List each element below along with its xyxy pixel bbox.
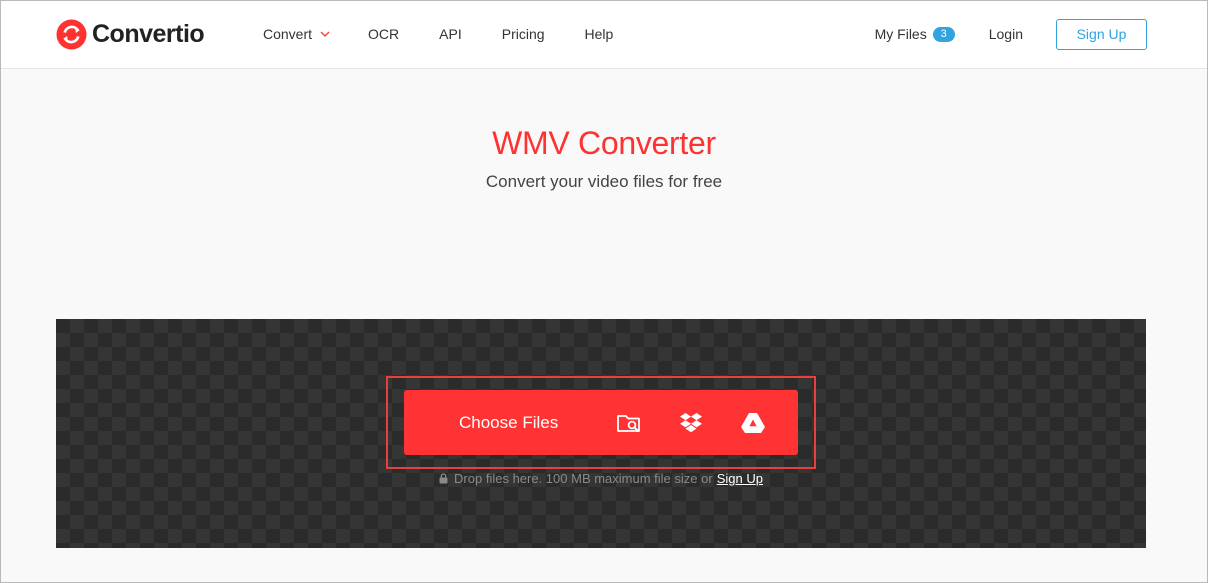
page-subtitle: Convert your video files for free [485,172,723,191]
my-files-label: My Files [874,26,927,42]
nav-convert-label: Convert [263,26,313,42]
account-nav: My Files 3 Login Sign Up [875,1,1147,67]
login-link[interactable]: Login [989,26,1023,42]
convertio-logo-icon [56,18,87,50]
drop-hint: Drop files here. 100 MB maximum file siz… [56,471,1146,486]
nav-api[interactable]: API [439,26,462,42]
google-drive-icon[interactable] [740,410,766,436]
dropbox-icon[interactable] [678,410,704,436]
choose-files-button[interactable]: Choose Files [404,390,798,455]
nav-ocr[interactable]: OCR [368,26,399,42]
chevron-down-icon [320,31,330,37]
page-title: WMV Converter [492,125,716,161]
choose-files-label[interactable]: Choose Files [459,390,558,455]
hint-sign-up-link[interactable]: Sign Up [717,471,763,486]
file-drop-area[interactable]: Choose Files Drop files here. 100 MB max… [56,319,1146,548]
folder-search-icon[interactable] [616,410,642,436]
nav-convert[interactable]: Convert [263,26,330,42]
logo[interactable]: Convertio [56,17,205,51]
lock-icon [439,473,448,484]
nav-pricing[interactable]: Pricing [502,26,545,42]
drop-hint-text: Drop files here. 100 MB maximum file siz… [454,471,713,486]
sign-up-button[interactable]: Sign Up [1056,18,1147,50]
top-header: Convertio Convert OCR API Pricing Help M… [1,1,1207,69]
nav-help[interactable]: Help [585,26,614,42]
my-files-link[interactable]: My Files 3 [875,26,955,42]
files-count-badge: 3 [932,26,955,42]
main-nav: Convert OCR API Pricing Help [263,1,653,67]
logo-text: Convertio [92,19,205,48]
